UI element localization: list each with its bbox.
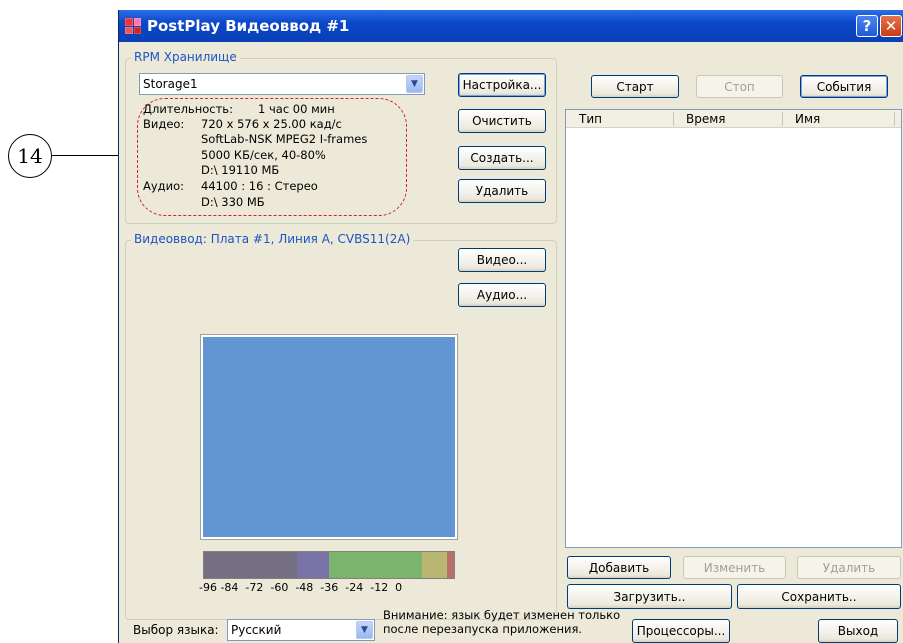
window-title: PostPlay Видеоввод #1 bbox=[147, 17, 350, 35]
events-button[interactable]: События bbox=[800, 75, 888, 98]
language-notice-line1: Внимание: язык будет изменен только bbox=[383, 608, 621, 622]
video-label: Видео: bbox=[143, 117, 185, 131]
audio-label: Аудио: bbox=[143, 179, 185, 193]
chevron-down-icon[interactable]: ▼ bbox=[356, 621, 373, 639]
video-line: D:\ 19110 МБ bbox=[201, 163, 280, 177]
create-button[interactable]: Создать... bbox=[458, 146, 546, 170]
storage-select-value: Storage1 bbox=[143, 77, 198, 91]
video-settings-button[interactable]: Видео... bbox=[458, 248, 546, 272]
exit-button[interactable]: Выход bbox=[818, 619, 898, 643]
video-line: 720 x 576 x 25.00 кад/с bbox=[201, 117, 342, 131]
column-name[interactable]: Имя bbox=[795, 112, 820, 126]
app-icon bbox=[125, 18, 141, 34]
callout-number: 14 bbox=[8, 134, 52, 178]
storage-select[interactable]: Storage1 ▼ bbox=[139, 73, 425, 95]
duration-value: 1 час 00 мин bbox=[258, 102, 335, 116]
column-separator bbox=[894, 112, 895, 126]
video-line: 5000 КБ/сек, 40-80% bbox=[201, 148, 326, 162]
column-separator bbox=[782, 112, 783, 126]
audio-settings-button[interactable]: Аудио... bbox=[458, 283, 546, 307]
edit-button[interactable]: Изменить bbox=[683, 556, 786, 579]
clear-button[interactable]: Очистить bbox=[458, 109, 546, 133]
meter-segment bbox=[296, 552, 329, 578]
language-notice-line2: после перезапуска приложения. bbox=[383, 622, 583, 636]
column-time[interactable]: Время bbox=[686, 112, 726, 126]
column-type[interactable]: Тип bbox=[579, 112, 602, 126]
meter-segment bbox=[204, 552, 297, 578]
duration-label: Длительность: bbox=[143, 102, 233, 116]
help-button[interactable]: ? bbox=[856, 15, 878, 37]
stop-button[interactable]: Стоп bbox=[696, 75, 783, 98]
video-input-legend: Видеоввод: Плата #1, Линия A, CVBS11(2A) bbox=[131, 232, 414, 246]
storage-delete-button[interactable]: Удалить bbox=[458, 179, 546, 203]
video-line: SoftLab-NSK MPEG2 I-frames bbox=[201, 132, 368, 146]
meter-ticks: -96 -84 -72 -60 -48 -36 -24 -12 0 bbox=[199, 581, 403, 594]
start-button[interactable]: Старт bbox=[591, 75, 679, 98]
list-delete-button[interactable]: Удалить bbox=[797, 556, 901, 579]
audio-level-meter bbox=[203, 551, 455, 579]
language-select-value: Русский bbox=[231, 623, 282, 637]
audio-line: 44100 : 16 : Стерео bbox=[201, 179, 318, 193]
meter-segment bbox=[421, 552, 447, 578]
add-button[interactable]: Добавить bbox=[567, 556, 671, 579]
meter-segment bbox=[329, 552, 422, 578]
audio-line: D:\ 330 МБ bbox=[201, 195, 265, 209]
column-separator bbox=[673, 112, 674, 126]
events-list[interactable]: Тип Время Имя bbox=[565, 109, 902, 548]
close-button[interactable]: ✕ bbox=[880, 15, 902, 37]
chevron-down-icon[interactable]: ▼ bbox=[406, 75, 423, 93]
storage-group-legend: RPM Хранилище bbox=[131, 50, 240, 64]
save-button[interactable]: Сохранить.. bbox=[737, 584, 901, 609]
video-preview bbox=[200, 334, 458, 540]
title-bar[interactable]: PostPlay Видеоввод #1 ? ✕ bbox=[119, 10, 903, 42]
setup-button[interactable]: Настройка... bbox=[458, 73, 546, 97]
events-list-header: Тип Время Имя bbox=[566, 110, 901, 128]
load-button[interactable]: Загрузить.. bbox=[567, 584, 732, 609]
meter-segment bbox=[446, 552, 454, 578]
language-label: Выбор языка: bbox=[133, 623, 219, 637]
app-window: PostPlay Видеоввод #1 ? ✕ RPM Хранилище … bbox=[118, 10, 903, 643]
processors-button[interactable]: Процессоры... bbox=[632, 619, 730, 643]
callout-label: 14 bbox=[17, 144, 43, 168]
language-select[interactable]: Русский ▼ bbox=[227, 619, 375, 641]
